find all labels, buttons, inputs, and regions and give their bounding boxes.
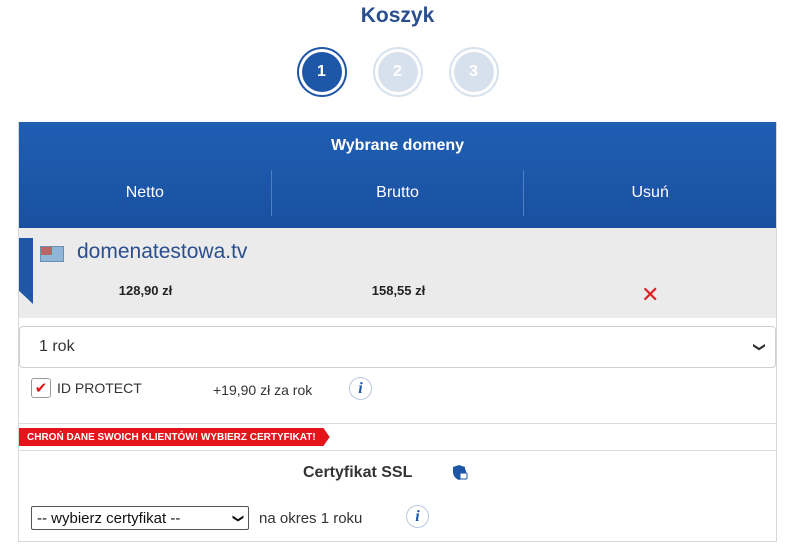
info-icon[interactable]: i <box>406 505 429 528</box>
netto-price: 128,90 zł <box>118 283 173 298</box>
checkout-steps: 1 2 3 <box>0 48 789 96</box>
divider <box>19 450 776 451</box>
period-select[interactable]: 1 rok ❯ <box>19 326 776 368</box>
close-icon[interactable]: ✕ <box>641 284 659 306</box>
certificate-period: na okres 1 roku <box>259 510 363 527</box>
column-brutto: Brutto <box>272 170 525 216</box>
certificate-select-value: -- wybierz certyfikat -- <box>37 509 181 527</box>
ssl-title: Certyfikat SSL <box>303 464 413 481</box>
step-1[interactable]: 1 <box>301 52 342 92</box>
promo-banner: CHROŃ DANE SWOICH KLIENTÓW! WYBIERZ CERT… <box>19 428 330 446</box>
flag-icon <box>40 246 64 262</box>
column-remove: Usuń <box>631 184 669 201</box>
chevron-down-icon: ❯ <box>231 513 244 523</box>
column-netto: Netto <box>19 170 272 216</box>
brutto-price: 158,55 zł <box>371 283 426 298</box>
chevron-down-icon: ❯ <box>752 341 767 353</box>
id-protect-label: ID PROTECT <box>57 380 142 396</box>
table-title: Wybrane domeny <box>330 137 465 154</box>
divider <box>19 423 776 424</box>
step-2[interactable]: 2 <box>377 52 418 92</box>
page-title: Koszyk <box>360 4 435 27</box>
domain-name: domenatestowa.tv <box>77 240 248 263</box>
step-3[interactable]: 3 <box>453 52 494 92</box>
id-protect-option[interactable]: ✔ ID PROTECT <box>31 378 142 398</box>
info-icon[interactable]: i <box>349 377 372 400</box>
certificate-select[interactable]: -- wybierz certyfikat -- ❯ <box>31 506 249 530</box>
period-value: 1 rok <box>39 338 75 355</box>
id-protect-price: +19,90 zł za rok <box>213 382 313 398</box>
domain-row: domenatestowa.tv 128,90 zł 158,55 zł ✕ <box>19 228 776 318</box>
shield-lock-icon <box>453 465 468 480</box>
table-header: Wybrane domeny Netto Brutto Usuń <box>19 122 776 228</box>
cart-panel: Wybrane domeny Netto Brutto Usuń domenat… <box>18 122 777 542</box>
id-protect-checkbox[interactable]: ✔ <box>31 378 51 398</box>
